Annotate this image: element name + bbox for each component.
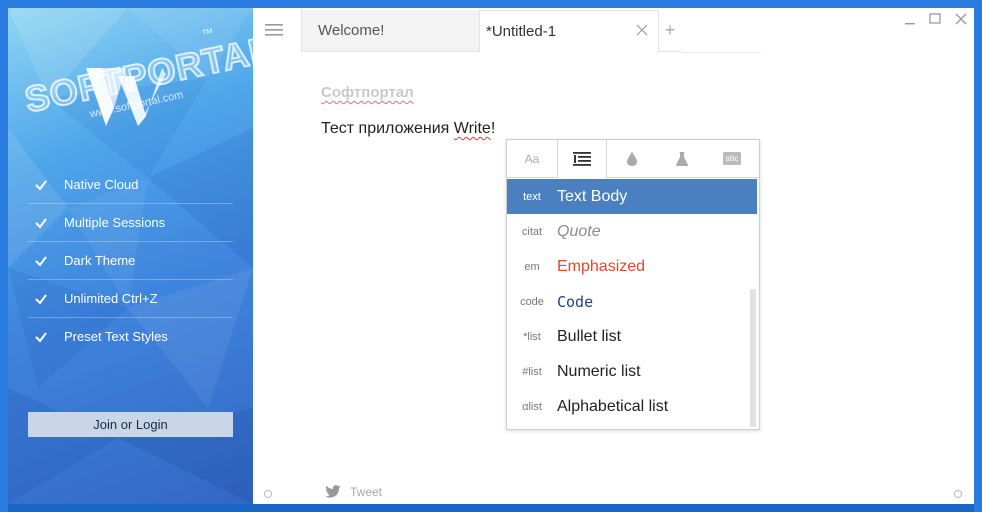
feature-item: Unlimited Ctrl+Z xyxy=(28,280,233,318)
close-window-icon[interactable] xyxy=(954,12,968,26)
style-tag: em xyxy=(524,260,540,273)
style-name: Emphasized xyxy=(557,257,646,275)
check-icon xyxy=(35,331,47,343)
hamburger-menu-icon[interactable] xyxy=(265,23,283,37)
style-option-quote[interactable]: citat Quote xyxy=(507,214,757,249)
tab-welcome[interactable]: Welcome! xyxy=(301,10,479,52)
tweet-label: Tweet xyxy=(350,485,383,499)
feature-label: Native Cloud xyxy=(64,177,139,192)
join-or-login-button[interactable]: Join or Login xyxy=(28,412,233,437)
popup-tab-bar: Aa abc xyxy=(507,140,759,178)
twitter-bird-icon xyxy=(325,485,341,498)
desktop-edge-bottom xyxy=(0,504,982,512)
style-option-emphasized[interactable]: em Emphasized xyxy=(507,249,757,284)
feature-label: Preset Text Styles xyxy=(64,329,168,344)
write-app-window: SOFTPORTAL www.softportal.com ™ Native C… xyxy=(8,8,974,504)
style-option-code[interactable]: code Code xyxy=(507,284,757,319)
misspelled-word: Write xyxy=(453,120,491,137)
style-name: Alphabetical list xyxy=(557,397,669,415)
feature-list: Native Cloud Multiple Sessions Dark Them… xyxy=(28,166,233,355)
text-style-popup: Aa abc text Text Body citat Quote em Emp… xyxy=(506,139,760,430)
body-text-end: ! xyxy=(490,120,496,137)
flask-icon xyxy=(675,151,689,166)
tab-label: *Untitled-1 xyxy=(486,23,557,40)
desktop-edge-right xyxy=(974,0,982,512)
document-title[interactable]: Софтпортал xyxy=(321,84,414,101)
footer-dot-right xyxy=(954,490,962,498)
popup-tab-color[interactable] xyxy=(607,140,657,177)
style-name: Numeric list xyxy=(557,362,641,380)
desktop-edge-top xyxy=(0,0,982,8)
feature-label: Multiple Sessions xyxy=(64,215,166,230)
font-case-icon: Aa xyxy=(524,151,540,166)
paragraph-style-icon xyxy=(573,152,591,166)
color-drop-icon xyxy=(627,151,637,166)
feature-item: Preset Text Styles xyxy=(28,318,233,355)
feature-item: Native Cloud xyxy=(28,166,233,204)
tab-untitled-1[interactable]: *Untitled-1 xyxy=(479,10,659,52)
style-option-numeric-list[interactable]: #list Numeric list xyxy=(507,354,757,389)
spellcheck-icon: abc xyxy=(723,152,741,165)
feature-label: Unlimited Ctrl+Z xyxy=(64,291,158,306)
tweet-button[interactable]: Tweet xyxy=(324,485,382,499)
document-body-line[interactable]: Тест приложения Write! xyxy=(321,120,495,138)
feature-item: Dark Theme xyxy=(28,242,233,280)
popup-tab-paragraph[interactable] xyxy=(557,140,607,178)
style-tag: *list xyxy=(523,330,541,343)
style-tag: code xyxy=(520,295,544,308)
footer-dot-left xyxy=(264,490,272,498)
watermark-trademark: ™ xyxy=(200,25,215,42)
popup-scrollbar[interactable] xyxy=(750,289,756,427)
new-tab-button[interactable]: + xyxy=(659,10,681,52)
style-tag: αlist xyxy=(522,400,542,413)
style-tag: #list xyxy=(522,365,542,378)
popup-tab-spell[interactable]: abc xyxy=(707,140,757,177)
tab-bar-divider xyxy=(681,52,761,53)
style-option-bullet-list[interactable]: *list Bullet list xyxy=(507,319,757,354)
check-icon xyxy=(35,255,47,267)
style-tag: text xyxy=(523,190,541,203)
minimize-icon[interactable] xyxy=(903,12,917,26)
popup-tab-format[interactable] xyxy=(657,140,707,177)
feature-label: Dark Theme xyxy=(64,253,136,268)
style-tag: citat xyxy=(521,225,543,238)
close-tab-icon[interactable] xyxy=(636,24,648,36)
maximize-icon[interactable] xyxy=(928,12,942,26)
style-option-alphabetical-list[interactable]: αlist Alphabetical list xyxy=(507,389,757,424)
style-name: Text Body xyxy=(557,187,628,205)
style-option-text-body[interactable]: text Text Body xyxy=(507,179,757,214)
check-icon xyxy=(35,293,47,305)
check-icon xyxy=(35,217,47,229)
style-name: Quote xyxy=(557,222,601,240)
popup-tab-font[interactable]: Aa xyxy=(507,140,557,177)
body-text: Тест приложения xyxy=(321,120,454,137)
sidebar: SOFTPORTAL www.softportal.com ™ Native C… xyxy=(8,8,253,504)
style-name: Bullet list xyxy=(557,327,622,345)
check-icon xyxy=(35,179,47,191)
feature-item: Multiple Sessions xyxy=(28,204,233,242)
tab-bar: Welcome! *Untitled-1 + xyxy=(253,8,974,53)
spellcheck-icon-text: abc xyxy=(725,154,739,163)
desktop-edge-left xyxy=(0,0,8,512)
style-name: Code xyxy=(557,292,594,311)
tab-label: Welcome! xyxy=(318,22,385,39)
